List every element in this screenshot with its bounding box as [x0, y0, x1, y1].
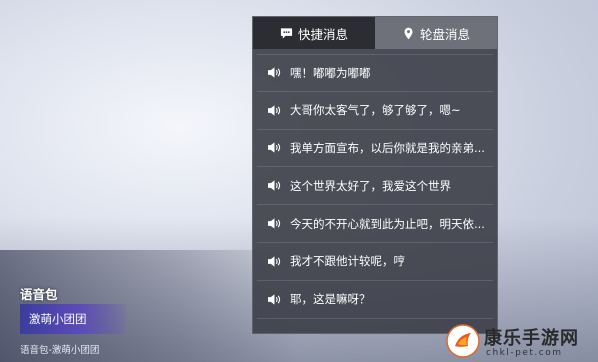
- message-item[interactable]: 我单方面宣布，以后你就是我的亲弟...: [257, 130, 493, 168]
- message-item[interactable]: 耶，这是嘛呀？: [257, 281, 493, 319]
- message-text: 这个世界太好了，我爱这个世界: [290, 178, 451, 193]
- message-item[interactable]: 大哥你太客气了，够了够了，嗯~: [257, 92, 493, 130]
- speaker-icon: [268, 180, 281, 191]
- message-text: 我才不跟他计较呢，哼: [290, 254, 405, 269]
- message-text: 耶，这是嘛呀？: [290, 292, 371, 307]
- chat-bubble-icon: [280, 27, 293, 39]
- message-text: 今天的不开心就到此为止吧，明天依...: [290, 216, 485, 231]
- tab-quick-messages[interactable]: 快捷消息: [253, 17, 375, 49]
- quick-message-panel: 快捷消息 轮盘消息 嘿！嘟嘟为嘟嘟 大哥你太客气了，够了够了，嗯~ 我单方面宣布…: [252, 16, 498, 334]
- message-text: 嘿！嘟嘟为嘟嘟: [290, 65, 371, 80]
- speaker-icon: [268, 294, 281, 305]
- voice-pack-selector[interactable]: 激萌小团团: [20, 304, 126, 334]
- message-tabs: 快捷消息 轮盘消息: [253, 17, 497, 49]
- message-text: 大哥你太客气了，够了够了，嗯~: [290, 103, 461, 118]
- tab-wheel-messages-label: 轮盘消息: [419, 26, 470, 42]
- watermark: 康乐手游网 chkl-pet.com: [446, 322, 596, 362]
- speaker-icon: [268, 256, 281, 267]
- tab-wheel-messages[interactable]: 轮盘消息: [375, 17, 497, 49]
- speaker-icon: [268, 142, 281, 154]
- watermark-logo-icon: [446, 324, 480, 358]
- speaker-icon: [268, 67, 281, 78]
- watermark-url: chkl-pet.com: [486, 348, 563, 358]
- message-item[interactable]: 我才不跟他计较呢，哼: [257, 243, 493, 281]
- voice-pack-selected-label: 激萌小团团: [29, 312, 87, 326]
- message-list: 嘿！嘟嘟为嘟嘟 大哥你太客气了，够了够了，嗯~ 我单方面宣布，以后你就是我的亲弟…: [253, 54, 497, 319]
- speaker-icon: [268, 105, 281, 116]
- message-item[interactable]: 今天的不开心就到此为止吧，明天依...: [257, 205, 493, 243]
- voice-pack-caption: 语音包-激萌小团团: [20, 345, 100, 356]
- tab-quick-messages-label: 快捷消息: [297, 26, 348, 42]
- speaker-icon: [268, 218, 281, 229]
- message-text: 我单方面宣布，以后你就是我的亲弟...: [290, 140, 485, 155]
- voice-pack-title: 语音包: [20, 287, 58, 302]
- message-item[interactable]: 嘿！嘟嘟为嘟嘟: [257, 54, 493, 92]
- watermark-name: 康乐手游网: [484, 328, 579, 349]
- message-item[interactable]: 这个世界太好了，我爱这个世界: [257, 167, 493, 206]
- location-pin-icon: [404, 27, 413, 39]
